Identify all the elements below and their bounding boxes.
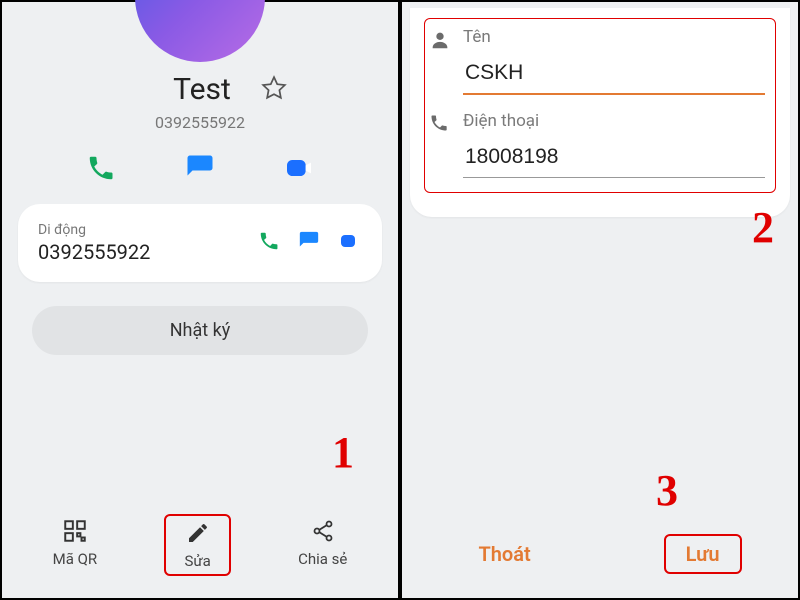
- edit-form-card: Tên Điện thoại: [410, 8, 790, 217]
- primary-actions: [2, 132, 398, 204]
- exit-button[interactable]: Thoát: [458, 536, 550, 572]
- phone-icon[interactable]: [258, 230, 280, 256]
- name-field[interactable]: [463, 57, 765, 95]
- name-row: Test: [2, 72, 398, 107]
- phone-field-label: Điện thoại: [463, 111, 765, 131]
- log-button[interactable]: Nhật ký: [32, 306, 368, 355]
- phone-field-row: Điện thoại: [429, 111, 765, 178]
- phone-entry-actions: [258, 229, 362, 257]
- avatar[interactable]: [135, 0, 265, 62]
- contact-view-screen: Test 0392555922 Di động 0392555922: [0, 0, 400, 600]
- phone-field[interactable]: [463, 141, 765, 178]
- edit-form-highlight: Tên Điện thoại: [424, 18, 776, 193]
- phone-entry-text: Di động 0392555922: [38, 222, 150, 264]
- avatar-wrap: [2, 0, 398, 62]
- name-field-label: Tên: [463, 27, 765, 47]
- contact-edit-screen: Tên Điện thoại 2 3 Thoát Lưu: [400, 0, 800, 600]
- video-call-icon[interactable]: [283, 152, 315, 184]
- contact-name: Test: [173, 72, 231, 107]
- step-marker-3: 3: [656, 465, 678, 516]
- phone-type-label: Di động: [38, 222, 150, 238]
- phone-icon: [429, 111, 463, 137]
- edit-footer: Thoát Lưu: [402, 514, 798, 598]
- share-button[interactable]: Chia sẻ: [280, 514, 365, 576]
- name-field-row: Tên: [429, 27, 765, 95]
- phone-entry-number: 0392555922: [38, 240, 150, 264]
- video-call-icon[interactable]: [338, 229, 362, 257]
- message-icon[interactable]: [184, 152, 216, 184]
- message-icon[interactable]: [298, 230, 320, 256]
- qr-label: Mã QR: [53, 550, 98, 568]
- qr-button[interactable]: Mã QR: [35, 514, 116, 576]
- share-icon: [311, 518, 335, 544]
- phone-icon[interactable]: [85, 152, 117, 184]
- bottom-bar: Mã QR Sửa Chia sẻ: [2, 502, 398, 598]
- qr-icon: [62, 518, 88, 544]
- step-marker-1: 1: [332, 427, 354, 478]
- share-label: Chia sẻ: [298, 550, 347, 568]
- edit-button[interactable]: Sửa: [164, 514, 230, 576]
- phone-entry-card: Di động 0392555922: [18, 204, 382, 282]
- person-icon: [429, 27, 463, 55]
- pencil-icon: [186, 520, 210, 546]
- contact-number: 0392555922: [2, 113, 398, 132]
- step-marker-2: 2: [752, 202, 774, 253]
- star-outline-icon[interactable]: [261, 75, 287, 105]
- save-button[interactable]: Lưu: [664, 534, 742, 574]
- edit-label: Sửa: [184, 552, 210, 570]
